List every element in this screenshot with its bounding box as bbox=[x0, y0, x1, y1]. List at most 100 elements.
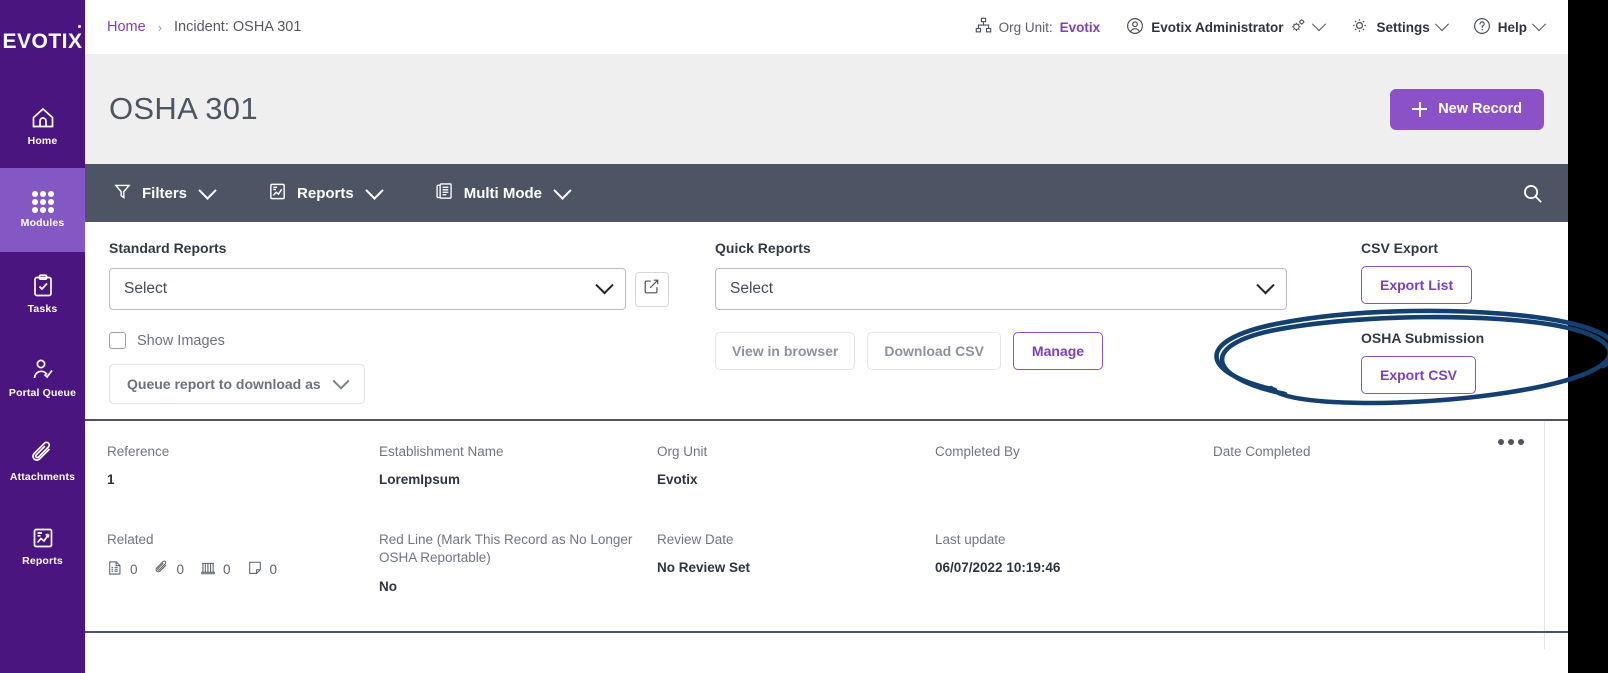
related-forms[interactable]: 0 bbox=[107, 560, 138, 579]
org-tree-icon bbox=[975, 17, 992, 37]
field-label: Establishment Name bbox=[379, 444, 504, 459]
record-row[interactable]: Reference 1 Establishment Name LoremIpsu… bbox=[85, 421, 1568, 649]
related-library[interactable]: 0 bbox=[200, 560, 231, 579]
question-circle-icon bbox=[1473, 17, 1491, 38]
record-list: Reference 1 Establishment Name LoremIpsu… bbox=[85, 419, 1568, 649]
more-options-icon[interactable] bbox=[1498, 439, 1524, 445]
action-toolbar: Filters Reports Multi Mode bbox=[85, 164, 1568, 222]
gear-icon bbox=[1350, 16, 1369, 38]
org-unit-selector[interactable]: Org Unit: Evotix bbox=[975, 17, 1100, 37]
standard-reports-section: Standard Reports Select Show Images Queu… bbox=[109, 240, 669, 419]
csv-export-block: CSV Export Export List bbox=[1361, 240, 1484, 304]
show-images-checkbox[interactable]: Show Images bbox=[109, 332, 669, 349]
field-org-unit: Org Unit Evotix bbox=[657, 443, 935, 487]
toolbar-multi-mode[interactable]: Multi Mode bbox=[435, 180, 572, 205]
sidebar-item-label: Attachments bbox=[9, 471, 76, 484]
breadcrumb-home[interactable]: Home bbox=[107, 19, 146, 35]
list-bottom-rule bbox=[85, 631, 1568, 633]
breadcrumb-separator-icon: › bbox=[157, 19, 163, 35]
field-label: Org Unit bbox=[657, 444, 708, 459]
page-title: OSHA 301 bbox=[109, 91, 258, 126]
header-actions: Org Unit: Evotix Evotix Administrator Se… bbox=[975, 16, 1568, 38]
gears-icon bbox=[1290, 17, 1307, 37]
quick-reports-select-value: Select bbox=[730, 280, 774, 297]
field-label: Related bbox=[107, 532, 154, 548]
field-value: No Review Set bbox=[657, 560, 751, 576]
user-name: Evotix Administrator bbox=[1151, 19, 1284, 35]
main-content: Home › Incident: OSHA 301 Org Unit: Evot… bbox=[85, 0, 1568, 673]
new-record-button[interactable]: New Record bbox=[1390, 88, 1544, 130]
help-label: Help bbox=[1497, 19, 1527, 35]
queue-report-dropdown[interactable]: Queue report to download as bbox=[109, 364, 365, 404]
chevron-down-icon bbox=[553, 180, 572, 200]
checkbox-box bbox=[109, 332, 126, 349]
field-value: 06/07/2022 10:19:46 bbox=[935, 560, 1061, 576]
view-in-browser-button[interactable]: View in browser bbox=[715, 332, 856, 370]
field-review-date: Review Date No Review Set bbox=[657, 531, 935, 593]
export-list-button[interactable]: Export List bbox=[1361, 266, 1473, 304]
sidebar-item-home[interactable]: Home bbox=[0, 84, 85, 168]
related-attachments[interactable]: 0 bbox=[154, 560, 184, 579]
sidebar-item-label: Reports bbox=[22, 555, 63, 568]
logo-text: EVOTIX bbox=[2, 25, 82, 54]
standard-reports-select[interactable]: Select bbox=[109, 268, 626, 310]
chevron-down-icon bbox=[1434, 17, 1449, 32]
field-label: Reference bbox=[107, 444, 170, 459]
sidebar-item-tasks[interactable]: Tasks bbox=[0, 252, 85, 336]
sidebar-item-attachments[interactable]: Attachments bbox=[0, 420, 85, 504]
quick-reports-select[interactable]: Select bbox=[715, 268, 1287, 310]
funnel-icon bbox=[113, 182, 132, 205]
manage-button[interactable]: Manage bbox=[1012, 332, 1104, 370]
field-value: No bbox=[379, 578, 397, 594]
sidebar-item-reports[interactable]: Reports bbox=[0, 504, 85, 588]
field-label: Date Completed bbox=[1213, 444, 1311, 459]
settings-menu[interactable]: Settings bbox=[1350, 16, 1449, 38]
chevron-down-icon bbox=[1256, 275, 1275, 294]
field-label: Last update bbox=[935, 532, 1006, 548]
evotix-logo[interactable]: EVOTIX bbox=[0, 0, 85, 84]
field-label: Red Line (Mark This Record as No Longer … bbox=[379, 532, 633, 566]
top-bar: Home › Incident: OSHA 301 Org Unit: Evot… bbox=[85, 0, 1568, 54]
field-value: 1 bbox=[107, 472, 115, 488]
related-counts: 0 0 0 0 bbox=[107, 560, 379, 579]
clipboard-check-icon bbox=[30, 273, 56, 299]
export-csv-button[interactable]: Export CSV bbox=[1361, 356, 1477, 394]
chevron-down-icon bbox=[332, 372, 350, 390]
field-completed-by: Completed By bbox=[935, 443, 1213, 487]
toolbar-filters[interactable]: Filters bbox=[113, 180, 217, 205]
report-chart-icon bbox=[268, 182, 287, 205]
paperclip-icon bbox=[154, 560, 170, 579]
edit-report-button[interactable] bbox=[634, 271, 669, 307]
chevron-down-icon bbox=[198, 180, 217, 200]
user-circle-icon bbox=[1126, 17, 1144, 38]
logo-dot bbox=[77, 25, 81, 28]
sidebar-item-modules[interactable]: Modules bbox=[0, 168, 85, 252]
csv-export-section: CSV Export Export List OSHA Submission E… bbox=[1361, 240, 1484, 419]
multi-copy-icon bbox=[435, 182, 454, 205]
quick-reports-label: Quick Reports bbox=[715, 240, 811, 256]
sidebar-item-portal-queue[interactable]: Portal Queue bbox=[0, 336, 85, 420]
search-icon[interactable] bbox=[1521, 182, 1544, 205]
plus-icon bbox=[1412, 101, 1428, 117]
toolbar-reports[interactable]: Reports bbox=[268, 180, 384, 205]
page-header: OSHA 301 New Record bbox=[85, 54, 1568, 164]
sidebar-item-label: Tasks bbox=[27, 303, 58, 316]
org-unit-label: Org Unit: bbox=[998, 19, 1053, 35]
chevron-down-icon bbox=[1312, 17, 1327, 32]
record-row-top: Reference 1 Establishment Name LoremIpsu… bbox=[107, 443, 1568, 487]
help-menu[interactable]: Help bbox=[1473, 17, 1547, 38]
quick-reports-section: Quick Reports Select View in browser Dow… bbox=[715, 240, 1315, 419]
sidebar-item-label: Modules bbox=[20, 217, 65, 230]
user-check-icon bbox=[30, 357, 56, 383]
sidebar-item-label: Portal Queue bbox=[8, 387, 77, 400]
related-notes[interactable]: 0 bbox=[247, 560, 277, 579]
download-csv-button[interactable]: Download CSV bbox=[867, 332, 1001, 370]
user-menu[interactable]: Evotix Administrator bbox=[1126, 17, 1327, 38]
chevron-down-icon bbox=[365, 180, 384, 200]
form-icon bbox=[107, 560, 123, 579]
csv-export-label: CSV Export bbox=[1361, 240, 1439, 256]
field-reference: Reference 1 bbox=[107, 443, 379, 487]
chevron-down-icon bbox=[595, 275, 614, 294]
field-label: Completed By bbox=[935, 444, 1020, 459]
breadcrumb: Home › Incident: OSHA 301 bbox=[107, 19, 301, 35]
